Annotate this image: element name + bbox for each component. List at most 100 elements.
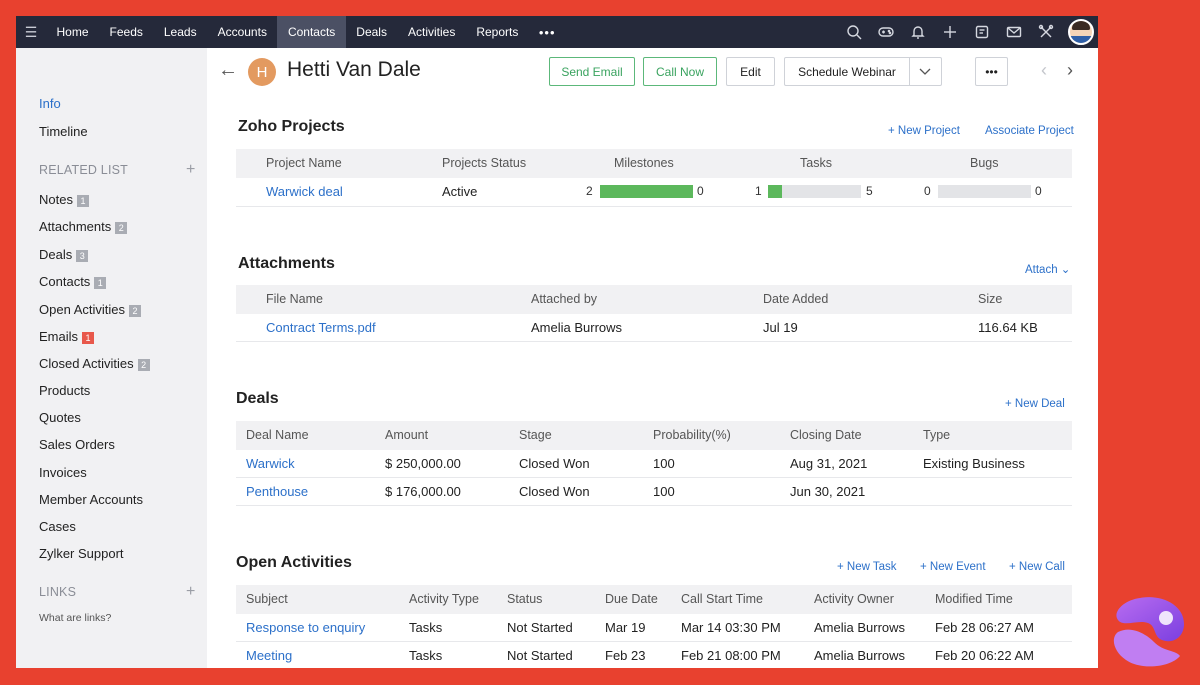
column-header: Date Added	[763, 292, 829, 306]
related-list-heading: RELATED LIST	[39, 163, 128, 177]
table-row: Meeting Tasks Not Started Feb 23 Feb 21 …	[236, 642, 1072, 668]
column-header: Amount	[385, 428, 429, 442]
links-heading: LINKS	[39, 585, 77, 599]
deal-probability: 100	[653, 456, 675, 471]
record-header: ← H Hetti Van Dale Send Email Call Now E…	[207, 48, 1098, 93]
crm-window: ☰ Home Feeds Leads Accounts Contacts Dea…	[16, 16, 1098, 668]
sidebar-item-info[interactable]: Info	[39, 96, 61, 111]
previous-record-icon[interactable]: ‹	[1041, 60, 1047, 81]
nav-tab-deals[interactable]: Deals	[346, 16, 398, 48]
count-badge: 2	[115, 222, 128, 234]
activity-subject-link[interactable]: Meeting	[246, 648, 292, 663]
call-start-time: Mar 14 03:30 PM	[681, 620, 781, 635]
nav-tab-feeds[interactable]: Feeds	[99, 16, 153, 48]
sidebar-item-member-accounts[interactable]: Member Accounts	[39, 492, 143, 507]
sidebar-item-cases[interactable]: Cases	[39, 519, 76, 534]
activity-owner: Amelia Burrows	[814, 620, 906, 635]
contact-avatar: H	[248, 58, 276, 86]
nav-more-button[interactable]: •••	[529, 25, 566, 40]
nav-tab-leads[interactable]: Leads	[153, 16, 207, 48]
send-email-button[interactable]: Send Email	[549, 57, 635, 86]
table-row: Contract Terms.pdf Amelia Burrows Jul 19…	[236, 314, 1072, 342]
file-size: 116.64 KB	[978, 320, 1038, 335]
tasks-total: 5	[866, 184, 873, 198]
attach-dropdown[interactable]: Attach ⌄	[1025, 262, 1070, 276]
next-record-icon[interactable]: ›	[1067, 60, 1073, 81]
sidebar-item-attachments[interactable]: Attachments 2	[39, 219, 128, 234]
related-list-add-icon[interactable]: +	[186, 161, 195, 179]
hamburger-menu-icon[interactable]: ☰	[16, 16, 46, 48]
deal-amount: $ 250,000.00	[385, 456, 461, 471]
activity-due-date: Mar 19	[605, 620, 646, 635]
column-header: Tasks	[800, 156, 832, 170]
tools-icon[interactable]	[1030, 16, 1062, 48]
column-header: Stage	[519, 428, 552, 442]
nav-tab-reports[interactable]: Reports	[466, 16, 529, 48]
deal-amount: $ 176,000.00	[385, 484, 461, 499]
table-header: Project Name Projects Status Milestones …	[236, 149, 1072, 178]
sidebar-item-notes[interactable]: Notes 1	[39, 192, 89, 207]
milestones-progress-fill	[600, 185, 693, 198]
activity-owner: Amelia Burrows	[814, 648, 906, 663]
column-header: Size	[978, 292, 1003, 306]
more-actions-button[interactable]: •••	[975, 57, 1008, 86]
mail-icon[interactable]	[998, 16, 1030, 48]
deal-name-link[interactable]: Penthouse	[246, 484, 308, 499]
nav-tab-accounts[interactable]: Accounts	[207, 16, 277, 48]
sidebar-item-sales-orders[interactable]: Sales Orders	[39, 437, 115, 452]
milestones-done: 2	[586, 184, 593, 198]
deal-closing-date: Jun 30, 2021	[790, 484, 866, 499]
nav-tab-contacts[interactable]: Contacts	[277, 16, 346, 48]
bugs-progress-bar	[938, 185, 1031, 198]
new-call-link[interactable]: + New Call	[1009, 561, 1065, 573]
schedule-webinar-button[interactable]: Schedule Webinar	[784, 57, 942, 86]
sidebar-item-deals[interactable]: Deals 3	[39, 247, 89, 262]
count-badge: 2	[129, 305, 141, 317]
back-arrow-icon[interactable]: ←	[218, 59, 238, 82]
user-avatar[interactable]	[1068, 19, 1094, 45]
new-deal-link[interactable]: + New Deal	[1005, 398, 1065, 410]
column-header: Project Name	[266, 156, 342, 170]
sidebar-item-closed-activities[interactable]: Closed Activities 2	[39, 356, 150, 371]
project-status: Active	[442, 184, 478, 199]
chevron-down-icon[interactable]	[909, 58, 939, 85]
column-header: Activity Type	[409, 592, 479, 606]
modified-time: Feb 28 06:27 AM	[935, 620, 1035, 635]
edit-button[interactable]: Edit	[726, 57, 775, 86]
links-add-icon[interactable]: +	[186, 583, 195, 601]
sidebar-item-zylker-support[interactable]: Zylker Support	[39, 546, 124, 561]
nav-tab-activities[interactable]: Activities	[397, 16, 465, 48]
call-now-button[interactable]: Call Now	[643, 57, 717, 86]
sidebar-item-quotes[interactable]: Quotes	[39, 410, 81, 425]
count-badge: 1	[94, 277, 107, 289]
column-header: Activity Owner	[814, 592, 894, 606]
bell-icon[interactable]	[902, 16, 934, 48]
sidebar-item-products[interactable]: Products	[39, 383, 90, 398]
links-help-link[interactable]: What are links?	[39, 612, 111, 624]
activity-status: Not Started	[507, 648, 573, 663]
sidebar-item-contacts[interactable]: Contacts 1	[39, 274, 107, 289]
plus-icon[interactable]	[934, 16, 966, 48]
deal-stage: Closed Won	[519, 456, 590, 471]
project-name-link[interactable]: Warwick deal	[266, 184, 343, 199]
search-icon[interactable]	[838, 16, 870, 48]
column-header: Bugs	[970, 156, 999, 170]
gamepad-icon[interactable]	[870, 16, 902, 48]
associate-project-link[interactable]: Associate Project	[985, 125, 1074, 137]
sidebar-item-open-activities[interactable]: Open Activities 2	[39, 302, 141, 317]
activity-subject-link[interactable]: Response to enquiry	[246, 620, 365, 635]
new-task-link[interactable]: + New Task	[837, 561, 897, 573]
deal-name-link[interactable]: Warwick	[246, 456, 295, 471]
nav-tab-home[interactable]: Home	[46, 16, 99, 48]
calendar-icon[interactable]	[966, 16, 998, 48]
tasks-progress-fill	[768, 185, 782, 198]
sidebar-item-emails[interactable]: Emails 1	[39, 329, 95, 344]
tasks-done: 1	[755, 184, 762, 198]
sidebar-item-invoices[interactable]: Invoices	[39, 465, 87, 480]
sidebar-item-timeline[interactable]: Timeline	[39, 124, 88, 139]
column-header: Projects Status	[442, 156, 527, 170]
new-event-link[interactable]: + New Event	[920, 561, 986, 573]
milestones-progress-bar	[600, 185, 693, 198]
new-project-link[interactable]: + New Project	[888, 125, 960, 137]
file-name-link[interactable]: Contract Terms.pdf	[266, 320, 376, 335]
